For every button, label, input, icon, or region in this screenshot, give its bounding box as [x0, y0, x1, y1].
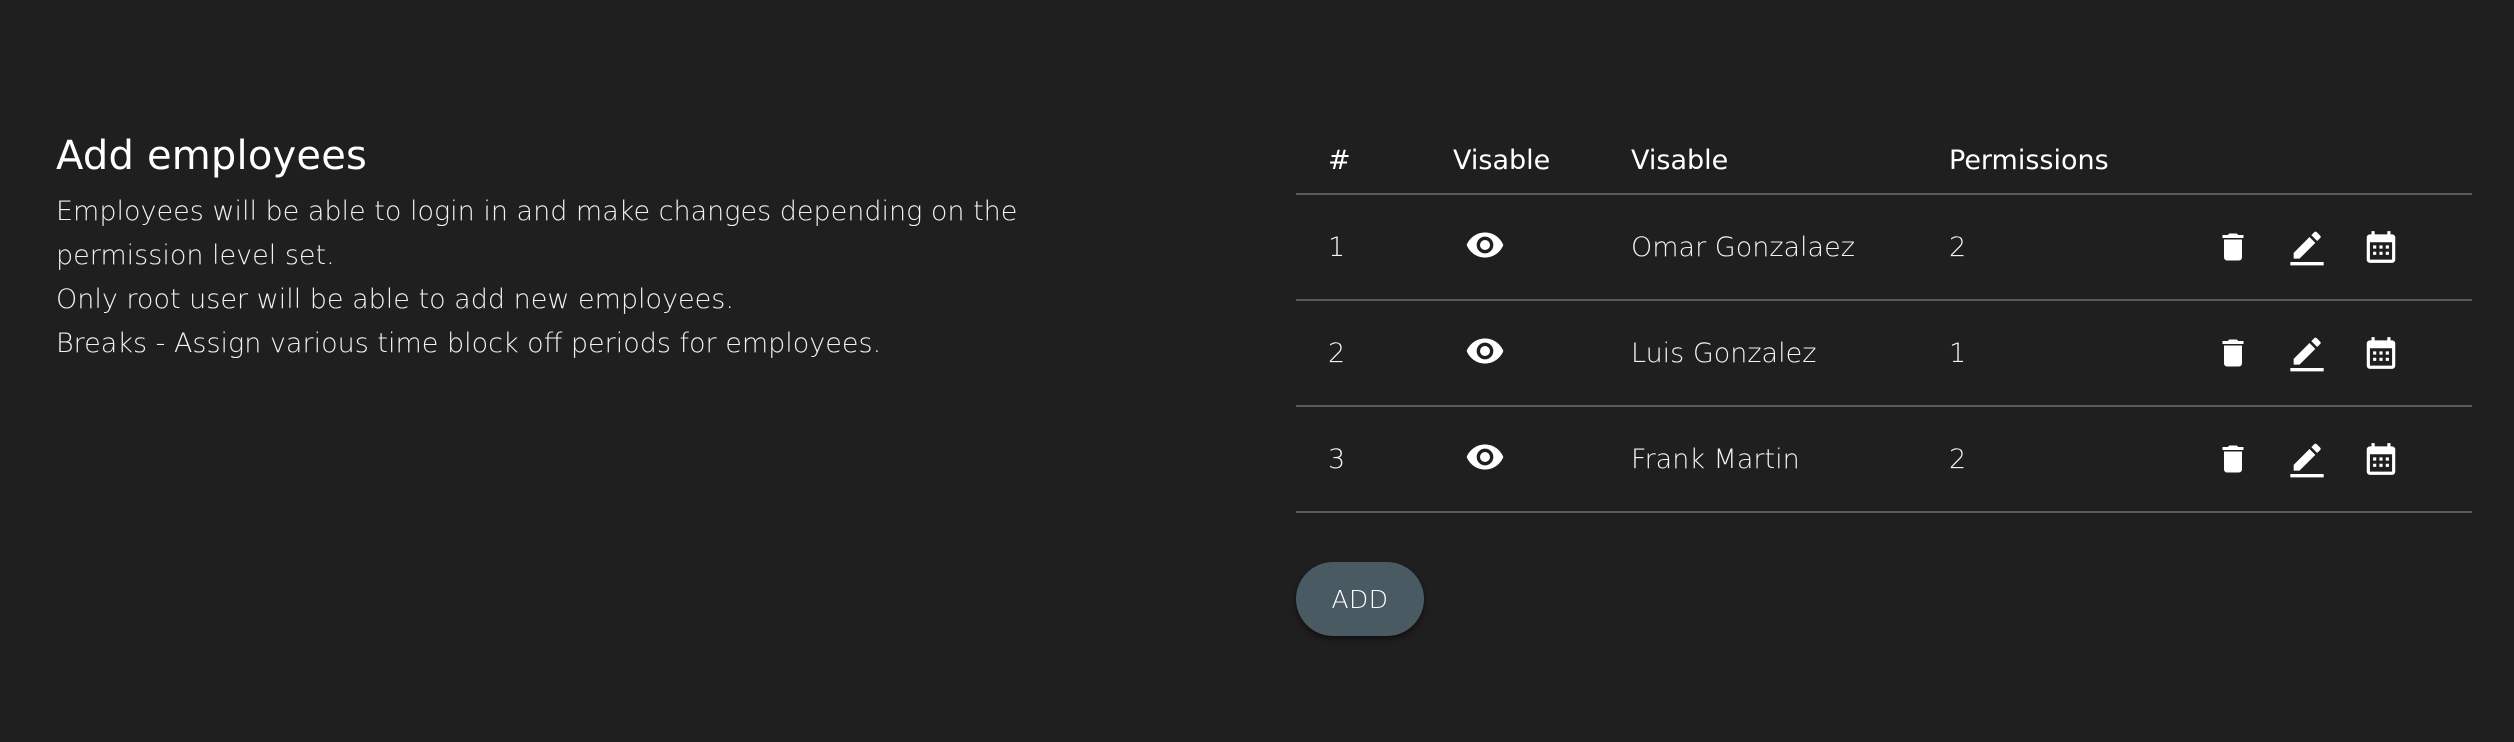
- employees-page: Add employees Employees will be able to …: [0, 0, 2514, 742]
- row-actions: [2209, 194, 2472, 301]
- row-visible-cell: [1453, 194, 1631, 301]
- row-employee-name: Luis Gonzalez: [1631, 300, 1949, 407]
- table-row: 1 Omar Gonzalaez 2: [1296, 194, 2472, 301]
- info-line-1: Employees will be able to login in and m…: [56, 196, 1018, 227]
- row-visible-cell: [1453, 406, 1631, 513]
- row-visible-cell: [1453, 300, 1631, 407]
- header-name: Visable: [1631, 128, 1949, 195]
- employees-table: # Visable Visable Permissions 1 Omar Gon…: [1296, 128, 2472, 513]
- row-num: 2: [1296, 300, 1453, 407]
- calendar-icon[interactable]: [2359, 437, 2403, 481]
- calendar-icon[interactable]: [2359, 225, 2403, 269]
- header-num: #: [1296, 128, 1453, 195]
- eye-icon[interactable]: [1463, 223, 1507, 267]
- row-actions: [2209, 300, 2472, 407]
- employees-table-container: # Visable Visable Permissions 1 Omar Gon…: [1296, 128, 2472, 513]
- row-permissions: 2: [1949, 194, 2209, 301]
- eye-icon[interactable]: [1463, 329, 1507, 373]
- eye-icon[interactable]: [1463, 435, 1507, 479]
- header-permissions: Permissions: [1949, 128, 2209, 195]
- table-header-row: # Visable Visable Permissions: [1296, 128, 2472, 195]
- pencil-icon[interactable]: [2285, 225, 2329, 269]
- pencil-icon[interactable]: [2285, 331, 2329, 375]
- info-line-4: Breaks - Assign various time block off p…: [56, 328, 882, 359]
- info-line-3: Only root user will be able to add new e…: [56, 284, 734, 315]
- row-permissions: 1: [1949, 300, 2209, 407]
- table-row: 3 Frank Martin 2: [1296, 406, 2472, 513]
- calendar-icon[interactable]: [2359, 331, 2403, 375]
- pencil-icon[interactable]: [2285, 437, 2329, 481]
- table-row: 2 Luis Gonzalez 1: [1296, 300, 2472, 407]
- trash-icon[interactable]: [2211, 437, 2255, 481]
- row-permissions: 2: [1949, 406, 2209, 513]
- info-panel: Add employees Employees will be able to …: [56, 128, 1176, 366]
- row-num: 1: [1296, 194, 1453, 301]
- row-action-group: [2209, 225, 2472, 269]
- add-employee-button[interactable]: ADD: [1296, 562, 1424, 636]
- row-employee-name: Omar Gonzalaez: [1631, 194, 1949, 301]
- row-num: 3: [1296, 406, 1453, 513]
- row-action-group: [2209, 437, 2472, 481]
- header-actions: [2209, 128, 2472, 195]
- row-actions: [2209, 406, 2472, 513]
- trash-icon[interactable]: [2211, 331, 2255, 375]
- page-title: Add employees: [56, 133, 368, 179]
- row-action-group: [2209, 331, 2472, 375]
- header-visible: Visable: [1453, 128, 1631, 195]
- trash-icon[interactable]: [2211, 225, 2255, 269]
- row-employee-name: Frank Martin: [1631, 406, 1949, 513]
- info-line-2: permission level set.: [56, 240, 335, 271]
